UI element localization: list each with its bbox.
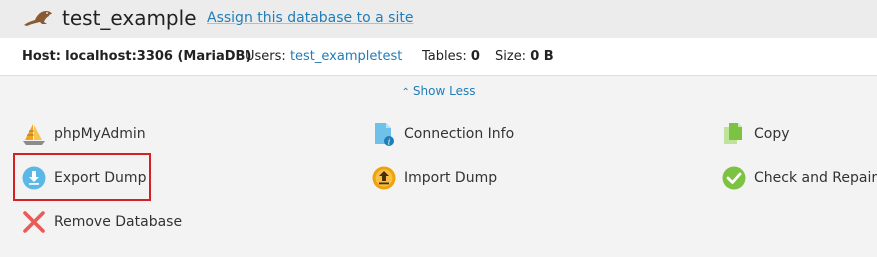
tables-value: 0 xyxy=(470,49,480,64)
show-less-label: Show Less xyxy=(412,84,476,98)
users-info: Users: test_exampletest xyxy=(245,49,403,64)
export-dump-highlight xyxy=(13,153,151,201)
database-name: test_example xyxy=(62,6,197,30)
check-and-repair-label: Check and Repair xyxy=(754,170,877,186)
remove-database-label: Remove Database xyxy=(54,214,183,230)
connection-info-label: Connection Info xyxy=(404,126,515,142)
assign-to-site-link[interactable]: Assign this database to a site xyxy=(207,9,413,27)
database-info-bar: Host: localhost:3306 (MariaDB) Users: te… xyxy=(0,38,877,76)
svg-text:i: i xyxy=(388,138,391,147)
red-x-icon xyxy=(22,210,46,234)
upload-circle-icon xyxy=(372,166,396,190)
host-info: Host: localhost:3306 (MariaDB) xyxy=(22,49,252,64)
checkmark-circle-icon xyxy=(722,166,746,190)
document-info-icon: i xyxy=(372,122,396,147)
phpmyadmin-label: phpMyAdmin xyxy=(54,126,146,142)
database-header: test_example Assign this database to a s… xyxy=(0,0,877,38)
copy-label: Copy xyxy=(754,126,790,142)
size-info: Size: 0 B xyxy=(495,49,554,64)
users-link[interactable]: test_exampletest xyxy=(290,49,402,64)
phpmyadmin-sail-icon xyxy=(22,122,46,146)
host-value: localhost:3306 (MariaDB) xyxy=(65,49,252,64)
show-less-toggle[interactable]: ⌃ Show Less xyxy=(0,84,877,100)
chevron-up-icon: ⌃ xyxy=(401,87,410,98)
copy-documents-icon xyxy=(722,122,746,146)
mariadb-seal-icon xyxy=(22,8,56,28)
tables-info: Tables: 0 xyxy=(422,49,480,64)
import-dump-label: Import Dump xyxy=(404,170,498,186)
size-value: 0 B xyxy=(530,49,554,64)
